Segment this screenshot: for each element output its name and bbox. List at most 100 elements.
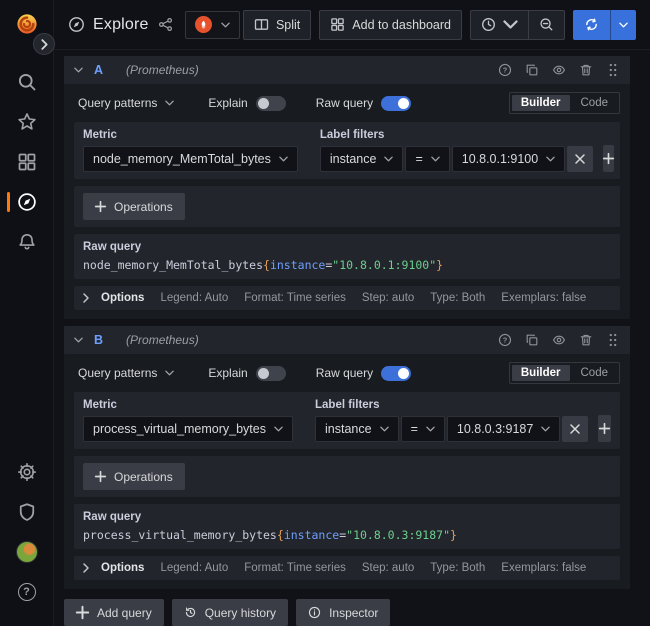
remove-query-trash-icon[interactable] xyxy=(579,63,593,77)
remove-filter-button[interactable] xyxy=(567,146,593,172)
sidebar-nav xyxy=(0,62,54,262)
zoom-out-button[interactable] xyxy=(529,10,565,40)
run-query-button[interactable] xyxy=(573,10,636,40)
sidebar-item-search[interactable] xyxy=(0,62,54,102)
raw-query-preview: Raw query node_memory_MemTotal_bytes{ins… xyxy=(74,234,620,279)
sidebar-bottom: ? xyxy=(0,452,54,612)
chevron-down-icon xyxy=(221,22,230,28)
code-mode-button[interactable]: Code xyxy=(572,365,618,381)
compass-icon xyxy=(17,192,37,212)
add-query-button[interactable]: Add query xyxy=(64,599,164,626)
sidebar-item-security[interactable] xyxy=(0,492,54,532)
builder-mode-button[interactable]: Builder xyxy=(512,95,570,111)
raw-query-field: Raw query xyxy=(316,366,411,381)
chevron-down-icon xyxy=(503,17,518,32)
metric-field: Metric process_virtual_memory_bytes xyxy=(83,399,293,442)
plus-icon xyxy=(95,201,106,212)
remove-filter-button[interactable] xyxy=(562,416,588,442)
query-panel-b: B (Prometheus) ? xyxy=(64,326,630,589)
explain-toggle[interactable] xyxy=(256,96,286,111)
filter-key-select[interactable]: instance xyxy=(320,146,404,172)
dashboards-grid-icon xyxy=(17,152,37,172)
drag-handle-icon[interactable] xyxy=(606,63,620,77)
secondary-actions: Add query Query history Inspector xyxy=(64,599,630,626)
add-operation-button[interactable]: Operations xyxy=(83,463,185,490)
share-icon[interactable] xyxy=(158,17,173,32)
time-picker-button[interactable] xyxy=(470,10,529,40)
label-filter: instance = 10.8.0.3:9187 xyxy=(315,416,588,442)
explain-field: Explain xyxy=(208,366,285,381)
apps-grid-icon xyxy=(330,17,345,32)
hide-response-eye-icon[interactable] xyxy=(552,333,566,347)
collapse-chevron-icon[interactable] xyxy=(74,337,83,343)
plus-icon xyxy=(76,606,89,619)
query-patterns-button[interactable]: Query patterns xyxy=(74,96,178,110)
sidebar-item-alerting[interactable] xyxy=(0,222,54,262)
add-filter-button[interactable] xyxy=(603,145,614,172)
filter-operator-select[interactable]: = xyxy=(401,416,445,442)
raw-query-code: node_memory_MemTotal_bytes{instance="10.… xyxy=(83,258,611,272)
operations-row: Operations xyxy=(74,456,620,497)
query-b-toolbar: Query patterns Explain Raw query Bu xyxy=(74,361,620,385)
close-icon xyxy=(575,154,585,164)
filter-key-select[interactable]: instance xyxy=(315,416,399,442)
option-exemplars: Exemplars: false xyxy=(501,292,586,304)
hide-response-eye-icon[interactable] xyxy=(552,63,566,77)
query-ref-label: B xyxy=(94,333,103,347)
duplicate-query-icon[interactable] xyxy=(525,333,539,347)
datasource-help-icon[interactable]: ? xyxy=(498,63,512,77)
query-a-header[interactable]: A (Prometheus) ? xyxy=(64,56,630,84)
sidebar-item-profile[interactable] xyxy=(0,532,54,572)
raw-query-toggle[interactable] xyxy=(381,366,411,381)
main-area: Explore Split xyxy=(54,0,650,626)
grafana-logo-icon[interactable] xyxy=(15,12,39,36)
query-actions: ? xyxy=(498,63,620,77)
duplicate-query-icon[interactable] xyxy=(525,63,539,77)
options-collapsed-row[interactable]: Options Legend: Auto Format: Time series… xyxy=(74,286,620,310)
query-b-header[interactable]: B (Prometheus) ? xyxy=(64,326,630,354)
option-step: Step: auto xyxy=(362,562,414,574)
datasource-help-icon[interactable]: ? xyxy=(498,333,512,347)
add-operation-button[interactable]: Operations xyxy=(83,193,185,220)
option-format: Format: Time series xyxy=(244,562,346,574)
add-filter-button[interactable] xyxy=(598,415,611,442)
add-to-dashboard-button[interactable]: Add to dashboard xyxy=(319,10,462,40)
sidebar-item-starred[interactable] xyxy=(0,102,54,142)
query-history-button[interactable]: Query history xyxy=(172,599,288,626)
raw-query-toggle[interactable] xyxy=(381,96,411,111)
inspector-button[interactable]: Inspector xyxy=(296,599,390,626)
explain-toggle[interactable] xyxy=(256,366,286,381)
time-controls xyxy=(470,10,565,40)
filter-operator-select[interactable]: = xyxy=(405,146,449,172)
options-collapsed-row[interactable]: Options Legend: Auto Format: Time series… xyxy=(74,556,620,580)
clock-icon xyxy=(481,17,496,32)
option-type: Type: Both xyxy=(430,562,485,574)
run-options-caret[interactable] xyxy=(610,10,636,40)
split-button[interactable]: Split xyxy=(243,10,311,40)
option-legend: Legend: Auto xyxy=(160,562,228,574)
metric-select[interactable]: node_memory_MemTotal_bytes xyxy=(83,146,298,172)
datasource-picker[interactable] xyxy=(185,11,240,39)
sidebar-item-explore[interactable] xyxy=(0,182,54,222)
metric-filters-row: Metric node_memory_MemTotal_bytes Label … xyxy=(74,122,620,179)
metric-select[interactable]: process_virtual_memory_bytes xyxy=(83,416,293,442)
query-patterns-button[interactable]: Query patterns xyxy=(74,366,178,380)
filter-value-select[interactable]: 10.8.0.1:9100 xyxy=(452,146,565,172)
operations-row: Operations xyxy=(74,186,620,227)
sidebar-item-settings[interactable] xyxy=(0,452,54,492)
builder-mode-button[interactable]: Builder xyxy=(512,365,570,381)
drag-handle-icon[interactable] xyxy=(606,333,620,347)
remove-query-trash-icon[interactable] xyxy=(579,333,593,347)
sidebar-item-help[interactable]: ? xyxy=(0,572,54,612)
explore-compass-icon xyxy=(68,16,85,33)
info-icon xyxy=(308,606,321,619)
sidebar-item-dashboards[interactable] xyxy=(0,142,54,182)
expand-sidebar-button[interactable] xyxy=(33,33,55,55)
code-mode-button[interactable]: Code xyxy=(572,95,618,111)
filter-value-select[interactable]: 10.8.0.3:9187 xyxy=(447,416,560,442)
prometheus-icon xyxy=(195,16,212,33)
chevron-down-icon xyxy=(279,156,288,162)
collapse-chevron-icon[interactable] xyxy=(74,67,83,73)
query-datasource-label: (Prometheus) xyxy=(126,63,199,77)
grafana-explore-app: ? Explore xyxy=(0,0,650,626)
